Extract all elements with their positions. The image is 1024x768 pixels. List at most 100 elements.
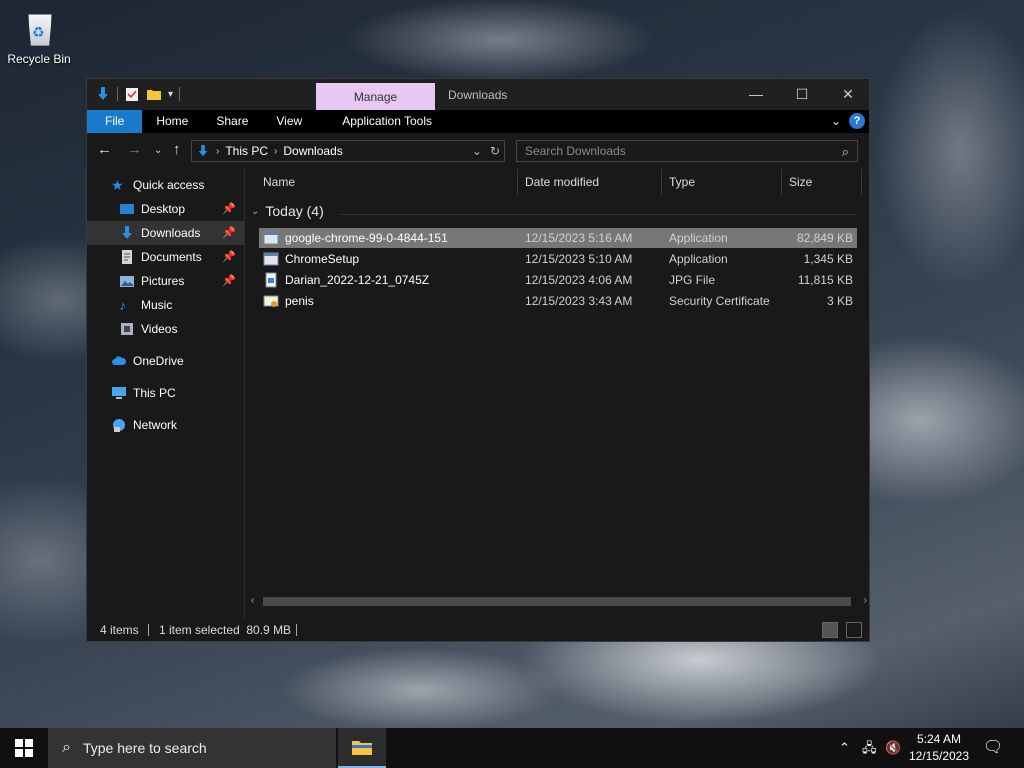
pin-icon: 📌 [222, 251, 236, 263]
notifications-icon[interactable]: 🗨 [983, 728, 1003, 768]
column-header-type[interactable]: Type [663, 169, 781, 195]
search-input[interactable]: Search Downloads ⌕ [516, 140, 858, 162]
file-explorer-taskbar-button[interactable] [338, 728, 386, 768]
cloud-icon [112, 356, 127, 365]
sidebar-item-downloads[interactable]: Downloads 📌 [87, 221, 244, 245]
network-status-icon[interactable]: 🖧 [862, 728, 877, 768]
new-folder-icon[interactable] [146, 86, 162, 102]
computer-icon [112, 387, 126, 399]
tab-share[interactable]: Share [202, 110, 262, 133]
recent-locations-icon[interactable]: ⌄ [154, 145, 162, 156]
table-row[interactable]: penis 12/15/2023 3:43 AM Security Certif… [259, 291, 857, 311]
group-header-today[interactable]: ⌄ Today (4) [251, 203, 324, 219]
file-name: ChromeSetup [285, 252, 360, 266]
file-date: 12/15/2023 5:10 AM [525, 252, 633, 266]
tab-manage[interactable]: Manage [316, 83, 435, 110]
breadcrumb-this-pc[interactable]: This PC [225, 144, 268, 158]
customize-qat-icon[interactable]: ▾ [168, 89, 173, 100]
sidebar-item-documents[interactable]: Documents 📌 [87, 245, 244, 269]
column-header-name[interactable]: Name [257, 169, 517, 195]
group-label: Today (4) [265, 203, 324, 219]
scroll-right-icon[interactable]: › [864, 593, 867, 609]
music-icon: ♪ [119, 297, 126, 313]
table-row[interactable]: Darian_2022-12-21_0745Z 12/15/2023 4:06 … [259, 270, 857, 290]
taskbar-search-box[interactable]: ⌕ Type here to search [48, 728, 336, 768]
column-header-date-modified[interactable]: Date modified [519, 169, 661, 195]
sidebar-item-desktop[interactable]: Desktop 📌 [87, 197, 244, 221]
sidebar-item-label: Videos [141, 322, 178, 336]
scroll-left-icon[interactable]: ‹ [251, 593, 254, 609]
system-clock[interactable]: 5:24 AM 12/15/2023 [904, 731, 974, 765]
sidebar-item-label: Network [133, 418, 178, 432]
sidebar-item-videos[interactable]: Videos [87, 317, 244, 341]
forward-arrow-icon[interactable]: → [127, 141, 142, 158]
sidebar-item-pictures[interactable]: Pictures 📌 [87, 269, 244, 293]
column-header-size[interactable]: Size [783, 169, 861, 195]
file-date: 12/15/2023 5:16 AM [525, 231, 633, 245]
sidebar-item-quick-access[interactable]: ★ Quick access [87, 173, 244, 197]
file-type: JPG File [669, 273, 716, 287]
application-icon [263, 231, 279, 245]
table-row[interactable]: ChromeSetup 12/15/2023 5:10 AM Applicati… [259, 249, 857, 269]
quick-access-toolbar: ▾ [95, 86, 181, 102]
show-hidden-icons-icon[interactable]: ⌃ [839, 728, 850, 768]
star-icon: ★ [111, 177, 124, 193]
file-name: google-chrome-99-0-4844-151 [285, 231, 448, 245]
recycle-bin-label: Recycle Bin [7, 52, 71, 66]
breadcrumb-downloads[interactable]: Downloads [283, 144, 342, 158]
scrollbar-thumb[interactable] [263, 597, 851, 606]
sidebar-item-onedrive[interactable]: OneDrive [87, 349, 244, 373]
tab-file[interactable]: File [87, 110, 143, 133]
sidebar-item-this-pc[interactable]: This PC [87, 381, 244, 405]
certificate-icon [263, 295, 279, 307]
collapse-chevron-icon[interactable]: ⌄ [251, 206, 259, 217]
items-count: 4 items [100, 623, 139, 637]
taskbar-search-placeholder: Type here to search [82, 740, 207, 756]
volume-muted-icon[interactable]: 🔇 [885, 728, 901, 768]
close-button[interactable]: ✕ [825, 79, 871, 110]
pictures-icon [120, 276, 134, 287]
up-arrow-icon[interactable]: ↑ [173, 141, 181, 158]
details-view-icon[interactable] [822, 622, 838, 638]
status-bar: 4 items 1 item selected 80.9 MB [87, 619, 869, 641]
sidebar-item-music[interactable]: ♪ Music [87, 293, 244, 317]
file-type: Application [669, 231, 728, 245]
table-row[interactable]: google-chrome-99-0-4844-151 12/15/2023 5… [259, 228, 857, 248]
network-icon [113, 419, 125, 432]
tab-view[interactable]: View [262, 110, 316, 133]
breadcrumb-chevron-icon[interactable]: › [274, 146, 277, 157]
back-arrow-icon[interactable]: ← [97, 141, 112, 158]
sidebar-item-network[interactable]: Network [87, 413, 244, 437]
sidebar-item-label: This PC [133, 386, 176, 400]
title-bar[interactable]: ▾ Manage Downloads — ☐ ✕ [87, 79, 869, 110]
tab-application-tools[interactable]: Application Tools [328, 110, 446, 133]
horizontal-scrollbar[interactable]: ‹ › [245, 593, 869, 609]
properties-icon[interactable] [124, 86, 140, 102]
start-button[interactable] [0, 728, 48, 768]
minimize-button[interactable]: — [733, 79, 779, 110]
tab-home[interactable]: Home [142, 110, 202, 133]
image-file-icon [265, 272, 277, 288]
sidebar-item-label: OneDrive [133, 354, 184, 368]
file-name: penis [285, 294, 314, 308]
search-icon: ⌕ [62, 739, 71, 756]
search-icon[interactable]: ⌕ [842, 142, 849, 162]
sidebar-item-label: Pictures [141, 274, 185, 288]
refresh-icon[interactable]: ↻ [490, 144, 500, 158]
breadcrumb-chevron-icon[interactable]: › [216, 146, 219, 157]
file-type: Application [669, 252, 728, 266]
download-icon [122, 226, 132, 239]
windows-logo-icon [15, 739, 33, 757]
large-icons-view-icon[interactable] [846, 622, 862, 638]
application-icon [263, 252, 279, 266]
maximize-button[interactable]: ☐ [779, 79, 825, 110]
file-size: 3 KB [826, 294, 853, 308]
address-dropdown-icon[interactable]: ⌄ [472, 144, 482, 158]
file-date: 12/15/2023 4:06 AM [525, 273, 633, 287]
recycle-bin[interactable]: ♻ Recycle Bin [4, 6, 74, 66]
expand-ribbon-icon[interactable]: ⌄ [831, 114, 841, 128]
sidebar-item-label: Desktop [141, 202, 186, 216]
help-icon[interactable]: ? [849, 113, 865, 129]
address-bar[interactable]: › This PC › Downloads ⌄ ↻ [191, 140, 505, 162]
file-explorer-icon [352, 741, 372, 755]
